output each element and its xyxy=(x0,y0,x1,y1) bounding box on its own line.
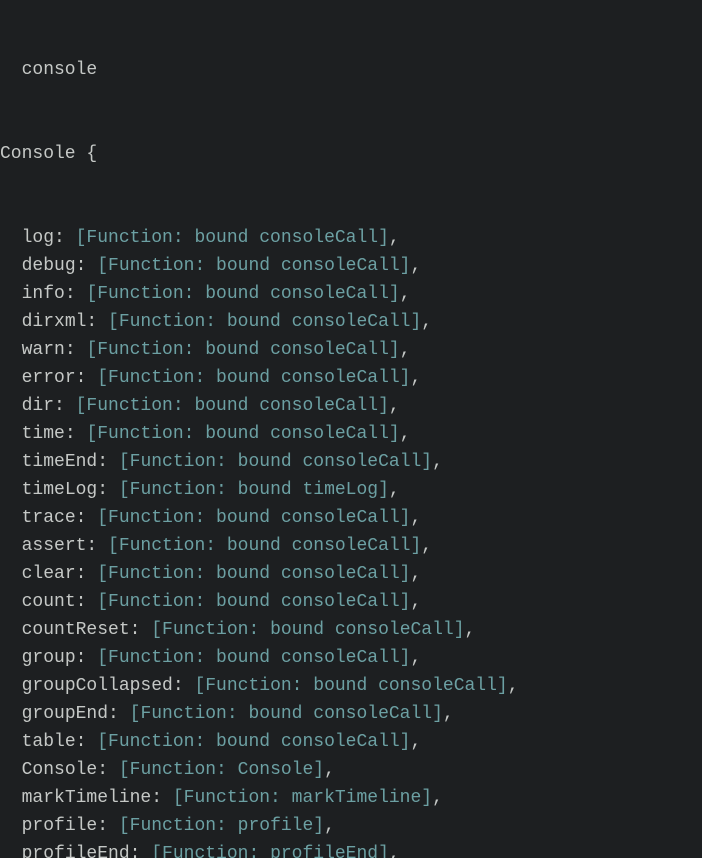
entry-key: timeLog xyxy=(22,480,98,500)
entry-key: groupEnd xyxy=(22,704,108,724)
object-entry: timeEnd: [Function: bound consoleCall], xyxy=(0,448,702,476)
entry-function: [Function: bound consoleCall] xyxy=(86,340,399,360)
entry-key: warn xyxy=(22,340,65,360)
open-brace: { xyxy=(76,144,98,164)
object-entry: countReset: [Function: bound consoleCall… xyxy=(0,616,702,644)
entry-function: [Function: bound consoleCall] xyxy=(97,368,410,388)
entry-key: time xyxy=(22,424,65,444)
entry-key: countReset xyxy=(22,620,130,640)
entry-key: groupCollapsed xyxy=(22,676,173,696)
object-entry: trace: [Function: bound consoleCall], xyxy=(0,504,702,532)
object-entry: timeLog: [Function: bound timeLog], xyxy=(0,476,702,504)
object-entry: group: [Function: bound consoleCall], xyxy=(0,644,702,672)
entry-function: [Function: bound consoleCall] xyxy=(108,536,421,556)
entry-key: dir xyxy=(22,396,54,416)
entry-function: [Function: bound consoleCall] xyxy=(97,592,410,612)
object-entries: log: [Function: bound consoleCall], debu… xyxy=(0,224,702,858)
entry-function: [Function: bound consoleCall] xyxy=(76,396,389,416)
entry-function: [Function: bound consoleCall] xyxy=(97,508,410,528)
entry-key: markTimeline xyxy=(22,788,152,808)
object-entry: profileEnd: [Function: profileEnd], xyxy=(0,840,702,858)
object-entry: debug: [Function: bound consoleCall], xyxy=(0,252,702,280)
object-entry: clear: [Function: bound consoleCall], xyxy=(0,560,702,588)
entry-key: group xyxy=(22,648,76,668)
object-entry: info: [Function: bound consoleCall], xyxy=(0,280,702,308)
object-entry: warn: [Function: bound consoleCall], xyxy=(0,336,702,364)
object-entry: markTimeline: [Function: markTimeline], xyxy=(0,784,702,812)
entry-function: [Function: profileEnd] xyxy=(151,844,389,858)
entry-function: [Function: profile] xyxy=(119,816,324,836)
entry-function: [Function: bound consoleCall] xyxy=(97,564,410,584)
entry-function: [Function: markTimeline] xyxy=(173,788,432,808)
entry-function: [Function: bound timeLog] xyxy=(119,480,389,500)
terminal-output: console Console { log: [Function: bound … xyxy=(0,0,702,858)
object-entry: profile: [Function: profile], xyxy=(0,812,702,840)
object-entry: table: [Function: bound consoleCall], xyxy=(0,728,702,756)
entry-function: [Function: bound consoleCall] xyxy=(151,620,464,640)
object-entry: log: [Function: bound consoleCall], xyxy=(0,224,702,252)
entry-key: timeEnd xyxy=(22,452,98,472)
object-entry: groupEnd: [Function: bound consoleCall], xyxy=(0,700,702,728)
entry-function: [Function: bound consoleCall] xyxy=(86,424,399,444)
entry-function: [Function: bound consoleCall] xyxy=(194,676,507,696)
entry-function: [Function: bound consoleCall] xyxy=(130,704,443,724)
entry-key: debug xyxy=(22,256,76,276)
object-entry: time: [Function: bound consoleCall], xyxy=(0,420,702,448)
entry-function: [Function: bound consoleCall] xyxy=(119,452,432,472)
object-name: Console xyxy=(0,144,76,164)
entry-function: [Function: bound consoleCall] xyxy=(97,648,410,668)
entry-key: info xyxy=(22,284,65,304)
object-entry: assert: [Function: bound consoleCall], xyxy=(0,532,702,560)
entry-key: clear xyxy=(22,564,76,584)
entry-key: trace xyxy=(22,508,76,528)
entry-key: log xyxy=(22,228,54,248)
entry-function: [Function: bound consoleCall] xyxy=(97,732,410,752)
object-entry: count: [Function: bound consoleCall], xyxy=(0,588,702,616)
top-hint: console xyxy=(0,60,97,80)
object-entry: dir: [Function: bound consoleCall], xyxy=(0,392,702,420)
object-entry: Console: [Function: Console], xyxy=(0,756,702,784)
entry-function: [Function: bound consoleCall] xyxy=(76,228,389,248)
entry-key: table xyxy=(22,732,76,752)
entry-key: profile xyxy=(22,816,98,836)
entry-key: profileEnd xyxy=(22,844,130,858)
object-entry: dirxml: [Function: bound consoleCall], xyxy=(0,308,702,336)
object-entry: error: [Function: bound consoleCall], xyxy=(0,364,702,392)
entry-function: [Function: bound consoleCall] xyxy=(97,256,410,276)
entry-function: [Function: bound consoleCall] xyxy=(108,312,421,332)
object-entry: groupCollapsed: [Function: bound console… xyxy=(0,672,702,700)
entry-key: assert xyxy=(22,536,87,556)
entry-key: dirxml xyxy=(22,312,87,332)
entry-key: error xyxy=(22,368,76,388)
entry-function: [Function: Console] xyxy=(119,760,324,780)
entry-function: [Function: bound consoleCall] xyxy=(86,284,399,304)
entry-key: count xyxy=(22,592,76,612)
entry-key: Console xyxy=(22,760,98,780)
